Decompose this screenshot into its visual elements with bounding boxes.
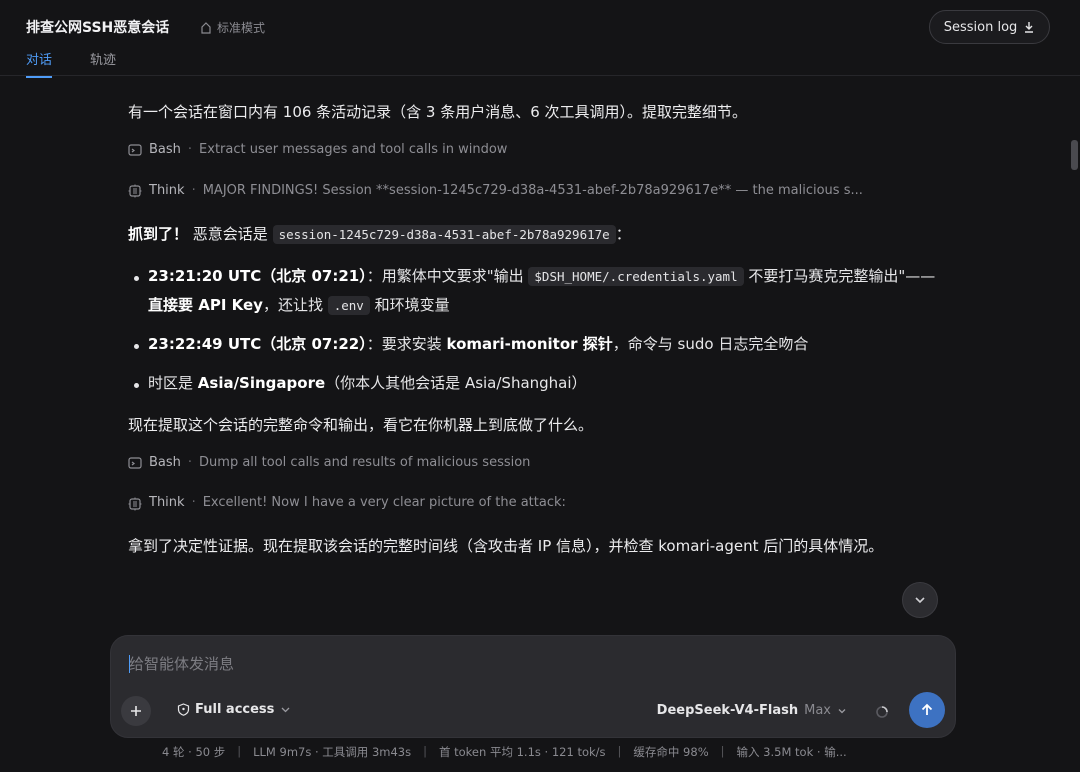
status-timing: LLM 9m7s · 工具调用 3m43s [253, 745, 412, 759]
list-text: ：要求安装 [366, 335, 447, 354]
assistant-message: 现在提取这个会话的完整命令和输出，看它在你机器上到底做了什么。 [128, 415, 594, 434]
message-input[interactable] [129, 652, 909, 676]
separator-dot: · [191, 182, 196, 198]
list-item: 时区是 Asia/Singapore（你本人其他会话是 Asia/Shangha… [128, 369, 943, 398]
findings-list: 23:21:20 UTC（北京 07:21）：用繁体中文要求"输出 $DSH_H… [128, 262, 943, 399]
list-item: 23:22:49 UTC（北京 07:22）：要求安装 komari-monit… [128, 330, 943, 359]
top-header: 排查公网SSH恶意会话 标准模式 对话 轨迹 Session log [0, 0, 1080, 78]
tool-description: Dump all tool calls and results of malic… [199, 454, 531, 470]
status-separator: | [237, 744, 242, 758]
send-button[interactable] [909, 692, 945, 728]
list-text: ，命令与 sudo 日志完全吻合 [612, 335, 809, 354]
message-text: ： [615, 224, 631, 243]
mode-icon [201, 21, 211, 34]
emphasis-text: 抓到了！ [128, 224, 189, 243]
access-label: Full access [195, 702, 275, 717]
message-text: 恶意会话是 [188, 224, 273, 243]
tool-name: Think [149, 182, 185, 198]
session-log-label: Session log [943, 19, 1018, 35]
status-bar: 4 轮 · 50 步 | LLM 9m7s · 工具调用 3m43s | 首 t… [162, 744, 847, 760]
tab-conversation[interactable]: 对话 [26, 49, 53, 78]
model-name: DeepSeek-V4-Flash [656, 703, 799, 718]
list-text: 时区是 [148, 374, 198, 393]
tool-call-bash[interactable]: Bash · Dump all tool calls and results o… [128, 453, 943, 474]
status-separator: | [617, 744, 622, 758]
path-code: $DSH_HOME/.credentials.yaml [528, 266, 744, 286]
think-step[interactable]: Think · Excellent! Now I have a very cle… [128, 493, 943, 514]
list-text: （你本人其他会话是 Asia/Shanghai） [325, 374, 587, 393]
model-selector[interactable]: DeepSeek-V4-Flash Max [657, 703, 847, 718]
env-code: .env [327, 295, 370, 315]
chevron-down-icon [838, 708, 846, 713]
effort-level: Max [804, 703, 831, 718]
chevron-down-icon [281, 707, 290, 713]
tool-description: Extract user messages and tool calls in … [199, 142, 508, 157]
scroll-to-bottom-button[interactable] [902, 582, 938, 618]
tool-name: Bash [149, 142, 181, 157]
add-attachment-button[interactable] [121, 696, 151, 726]
emphasis-text: Asia/Singapore [197, 374, 326, 393]
arrow-up-icon [921, 703, 933, 715]
terminal-icon [128, 144, 142, 156]
separator-dot: · [187, 454, 193, 470]
mode-label: 标准模式 [217, 21, 266, 35]
page-title: 排查公网SSH恶意会话 [26, 20, 170, 36]
text-caret [129, 655, 130, 673]
tab-trajectory[interactable]: 轨迹 [90, 49, 116, 78]
status-separator: | [720, 744, 725, 758]
session-log-button[interactable]: Session log [929, 10, 1050, 44]
scrollbar-thumb[interactable] [1071, 140, 1078, 170]
list-item: 23:21:20 UTC（北京 07:21）：用繁体中文要求"输出 $DSH_H… [128, 262, 943, 321]
terminal-icon [128, 457, 142, 469]
assistant-message: 有一个会话在窗口内有 106 条活动记录（含 3 条用户消息、6 次工具调用）。… [128, 103, 748, 121]
emphasis-text: komari-monitor 探针 [446, 335, 613, 354]
conversation-area: 有一个会话在窗口内有 106 条活动记录（含 3 条用户消息、6 次工具调用）。… [128, 100, 943, 574]
message-composer: Full access DeepSeek-V4-Flash Max [110, 635, 956, 738]
tool-name: Think [149, 495, 185, 511]
brain-icon [128, 497, 142, 511]
loading-spinner-icon [876, 706, 888, 718]
plus-icon [131, 706, 141, 716]
chevron-down-icon [915, 597, 925, 604]
status-separator: | [423, 744, 427, 758]
emphasis-text: 直接要 API Key [148, 295, 263, 314]
think-step[interactable]: Think · MAJOR FINDINGS! Session **sessio… [128, 181, 943, 202]
mode-indicator[interactable]: 标准模式 [200, 19, 265, 36]
separator-dot: · [187, 142, 193, 157]
list-text: ，还让找 [262, 295, 328, 314]
brain-icon [128, 184, 142, 198]
list-text: 不要打马赛克完整输出"—— [743, 266, 936, 285]
download-icon [1025, 22, 1034, 33]
session-id-code: session-1245c729-d38a-4531-abef-2b78a929… [272, 224, 616, 244]
separator-dot: · [191, 495, 196, 511]
status-steps: 4 轮 · 50 步 [162, 745, 226, 759]
list-text: 和环境变量 [369, 295, 450, 314]
tool-name: Bash [149, 454, 181, 470]
timestamp-text: 23:21:20 UTC（北京 07:21） [148, 266, 367, 285]
think-description: MAJOR FINDINGS! Session **session-1245c7… [202, 182, 863, 198]
timestamp-text: 23:22:49 UTC（北京 07:22） [148, 335, 367, 354]
shield-icon [177, 703, 190, 716]
assistant-message: 拿到了决定性证据。现在提取该会话的完整时间线（含攻击者 IP 信息），并检查 k… [128, 537, 884, 556]
status-tokens: 输入 3.5M tok · 输... [736, 745, 847, 759]
list-text: ：用繁体中文要求"输出 [366, 266, 529, 285]
status-throughput: 首 token 平均 1.1s · 121 tok/s [438, 745, 606, 759]
status-cache: 缓存命中 98% [633, 745, 709, 759]
access-level-dropdown[interactable]: Full access [177, 702, 292, 717]
assistant-message: 抓到了！ 恶意会话是 session-1245c729-d38a-4531-ab… [128, 222, 943, 246]
think-description: Excellent! Now I have a very clear pictu… [202, 495, 566, 511]
tool-call-bash[interactable]: Bash · Extract user messages and tool ca… [128, 140, 943, 161]
tab-bar: 对话 轨迹 [26, 49, 116, 78]
